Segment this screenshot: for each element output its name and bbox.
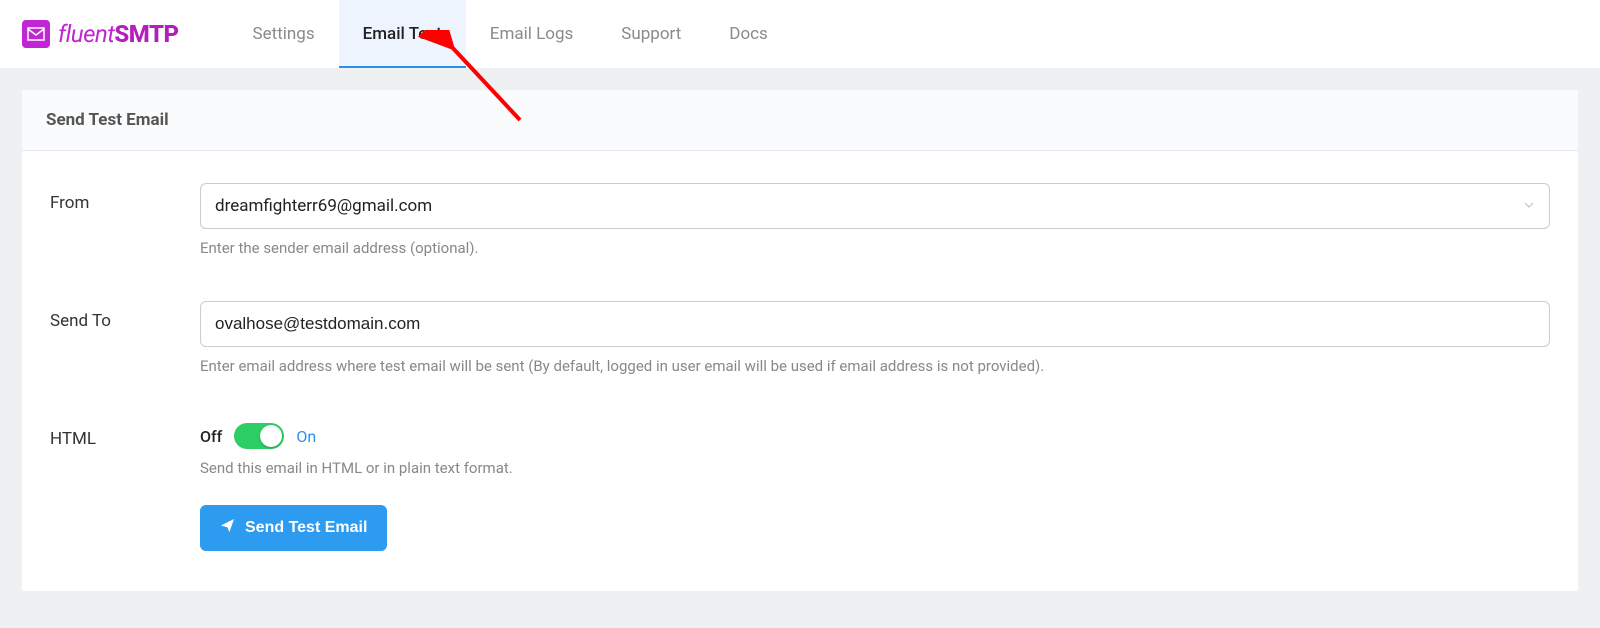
field-html: HTML Off On Send this email in HTML or i… [50,419,1550,477]
toggle-on-label: On [296,427,316,446]
tab-docs[interactable]: Docs [705,0,792,68]
html-help: Send this email in HTML or in plain text… [200,459,1550,477]
from-label: From [50,183,200,213]
paper-plane-icon [220,518,235,538]
tab-support[interactable]: Support [597,0,705,68]
chevron-down-icon [1523,196,1535,216]
tab-email-test[interactable]: Email Test [339,0,466,68]
send-test-email-button[interactable]: Send Test Email [200,505,387,551]
sendto-help: Enter email address where test email wil… [200,357,1550,375]
button-label: Send Test Email [245,519,367,537]
nav-tabs: Settings Email Test Email Logs Support D… [229,0,792,68]
html-label: HTML [50,419,200,449]
field-sendto: Send To Enter email address where test e… [50,301,1550,375]
logo: fluentSMTP [22,20,179,48]
tab-email-logs[interactable]: Email Logs [466,0,597,68]
from-help: Enter the sender email address (optional… [200,239,1550,257]
mail-icon [22,20,50,48]
top-bar: fluentSMTP Settings Email Test Email Log… [0,0,1600,68]
logo-text: fluentSMTP [58,20,179,48]
from-select-value: dreamfighterr69@gmail.com [215,196,432,216]
sendto-input[interactable] [200,301,1550,347]
toggle-off-label: Off [200,427,222,446]
card: Send Test Email From dreamfighterr69@gma… [22,90,1578,591]
sendto-label: Send To [50,301,200,331]
from-select[interactable]: dreamfighterr69@gmail.com [200,183,1550,229]
field-from: From dreamfighterr69@gmail.com Enter the… [50,183,1550,257]
tab-settings[interactable]: Settings [229,0,339,68]
card-title: Send Test Email [22,90,1578,151]
html-toggle[interactable] [234,423,284,449]
stage: Send Test Email From dreamfighterr69@gma… [0,68,1600,628]
